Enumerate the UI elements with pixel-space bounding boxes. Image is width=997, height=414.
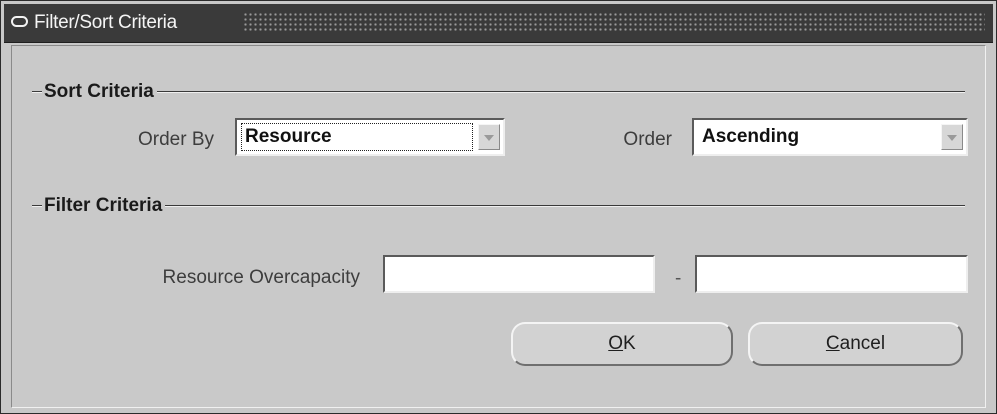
cancel-label: ancel — [839, 333, 886, 354]
resource-overcapacity-from-field[interactable] — [383, 255, 655, 293]
order-by-value: Resource — [241, 123, 473, 151]
resource-overcapacity-to-field[interactable] — [695, 255, 968, 293]
title-bar-grip — [243, 12, 985, 32]
window-title: Filter/Sort Criteria — [34, 12, 177, 33]
window-menu-icon[interactable] — [11, 16, 28, 27]
order-value: Ascending — [702, 126, 800, 147]
chevron-down-icon[interactable] — [941, 124, 963, 150]
dialog-content: Sort Criteria Order By Resource Order As… — [11, 45, 986, 408]
filter-sort-dialog: Filter/Sort Criteria Sort Criteria Order… — [0, 0, 997, 414]
ok-label: K — [623, 333, 636, 354]
ok-button[interactable]: OK — [511, 322, 733, 366]
section-divider — [32, 91, 965, 93]
filter-criteria-title: Filter Criteria — [42, 194, 166, 218]
resource-overcapacity-label: Resource Overcapacity — [162, 267, 360, 288]
title-bar[interactable]: Filter/Sort Criteria — [4, 4, 993, 43]
cancel-mnemonic: C — [825, 333, 840, 354]
section-divider — [32, 205, 965, 207]
sort-criteria-header: Sort Criteria — [32, 80, 965, 104]
range-separator: - — [675, 268, 682, 289]
order-by-label: Order By — [137, 129, 214, 150]
order-by-select[interactable]: Resource — [235, 118, 505, 156]
sort-criteria-title: Sort Criteria — [42, 80, 157, 104]
cancel-button[interactable]: Cancel — [748, 322, 963, 366]
ok-mnemonic: O — [608, 333, 624, 354]
filter-criteria-header: Filter Criteria — [32, 194, 965, 218]
order-label: Order — [623, 129, 672, 150]
order-select[interactable]: Ascending — [692, 118, 968, 156]
chevron-down-icon[interactable] — [478, 124, 500, 150]
